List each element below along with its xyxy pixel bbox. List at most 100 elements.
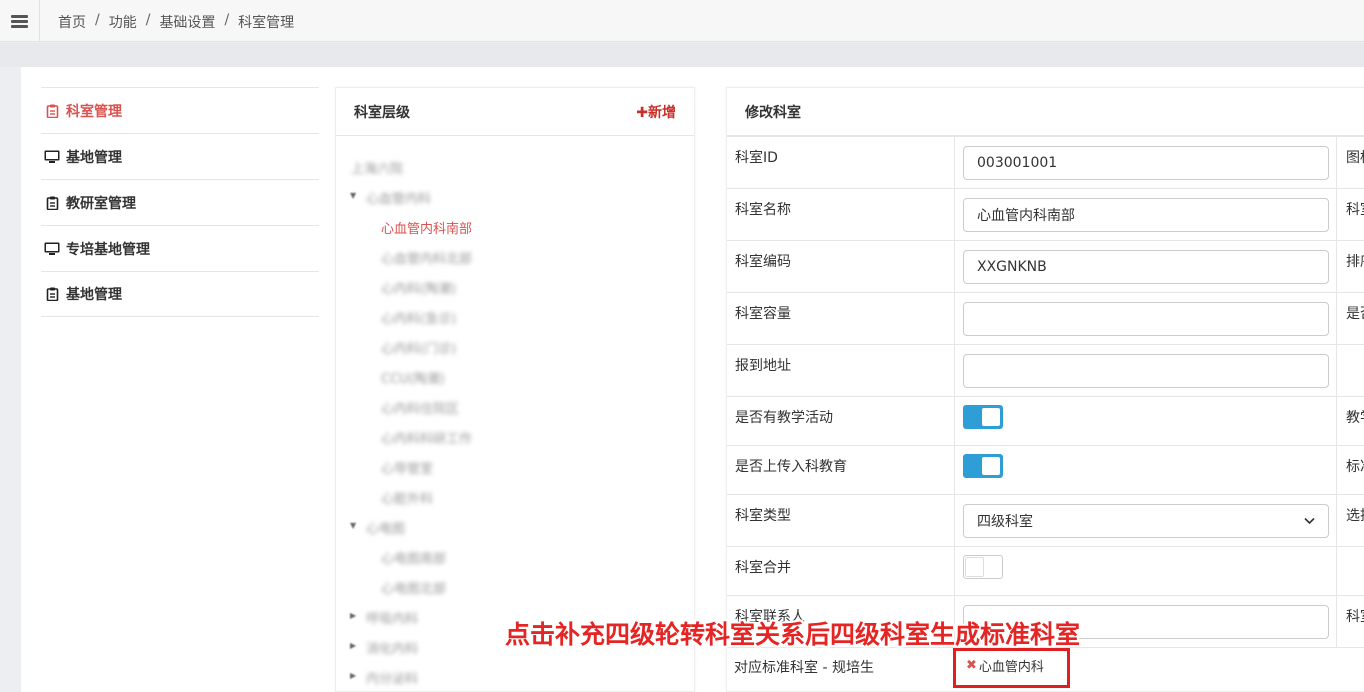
field-label: 科室名称	[735, 202, 791, 218]
field-label: 科室合并	[735, 560, 791, 576]
field-label: 是否	[1346, 306, 1364, 322]
caret-down-icon[interactable]: ▼	[350, 521, 356, 530]
nav-item-label: 科室管理	[66, 103, 122, 120]
nav-item-base-management-2[interactable]: 基地管理	[41, 271, 319, 317]
tree-node[interactable]: 心导管室	[381, 458, 433, 477]
nav-item-label: 教研室管理	[66, 195, 136, 212]
department-id-input[interactable]: 003001001	[963, 146, 1329, 180]
caret-right-icon[interactable]: ▶	[350, 671, 356, 680]
form-row-merge: 科室合并	[727, 546, 1364, 595]
tree-panel-header: 科室层级 ✚新增	[336, 88, 694, 136]
breadcrumb-function[interactable]: 功能	[109, 12, 137, 32]
field-label: 科室容量	[735, 306, 791, 322]
form-panel-header: 修改科室	[727, 88, 1364, 136]
tag-label: 心血管内科	[978, 660, 1044, 675]
tree-node[interactable]: 心内科科研工作	[381, 428, 472, 447]
field-label: 图标	[1346, 150, 1364, 166]
nav-item-base-management[interactable]: 基地管理	[41, 133, 319, 179]
field-label: 是否上传入科教育	[735, 459, 847, 475]
field-label: 报到地址	[735, 358, 791, 374]
nav-item-specialist-base-management[interactable]: 专培基地管理	[41, 225, 319, 271]
tree-node[interactable]: CCU(陶潮)	[381, 368, 445, 387]
department-merge-toggle[interactable]	[963, 555, 1003, 579]
tree-node[interactable]: 心内科住院区	[381, 398, 459, 417]
tree-node-selected[interactable]: 心血管内科南部	[381, 218, 472, 237]
clipboard-icon	[44, 104, 60, 118]
form-row-code: 科室编码 XXGNKNB 排序	[727, 240, 1364, 292]
clipboard-icon	[44, 196, 60, 210]
form-row-teaching: 是否有教学活动 教学	[727, 396, 1364, 445]
annotation-caption: 点击补充四级轮转科室关系后四级科室生成标准科室	[505, 620, 1081, 649]
caret-right-icon[interactable]: ▶	[350, 641, 356, 650]
field-label: 科室	[1346, 609, 1364, 625]
report-address-input[interactable]	[963, 354, 1329, 388]
field-label: 标准	[1346, 459, 1364, 475]
clipboard-icon	[44, 287, 60, 301]
tree-panel-title: 科室层级	[354, 104, 410, 121]
tree-node[interactable]: 心电图南部	[381, 548, 446, 567]
department-name-input[interactable]: 心血管内科南部	[963, 198, 1329, 232]
department-tree-panel: 科室层级 ✚新增 上海六院 ▼ 心血管内科 心血管内科南部 心血管内科北部 心内…	[335, 87, 695, 692]
tree-node[interactable]: 心电图	[366, 518, 405, 537]
form-row-upload: 是否上传入科教育 标准	[727, 445, 1364, 494]
tree-node[interactable]: 心脏外科	[381, 488, 433, 507]
teaching-activity-toggle[interactable]	[963, 405, 1003, 429]
nav-item-label: 基地管理	[66, 287, 122, 303]
field-label: 科室ID	[735, 150, 778, 166]
tree-node[interactable]: 心血管内科北部	[381, 248, 472, 267]
nav-item-label: 专培基地管理	[66, 241, 150, 258]
breadcrumb-separator: /	[95, 12, 100, 28]
form-row-name: 科室名称 心血管内科南部 科室	[727, 188, 1364, 240]
breadcrumb-separator: /	[145, 12, 151, 28]
tree-node[interactable]: 消化内科	[366, 638, 418, 657]
form-panel-title: 修改科室	[745, 104, 801, 121]
breadcrumb-current: 科室管理	[238, 15, 295, 31]
remove-icon[interactable]: ✖	[966, 658, 977, 673]
tree-node[interactable]: 呼吸内科	[366, 608, 418, 627]
tree-node[interactable]: 心血管内科	[366, 188, 431, 207]
breadcrumb: 首页 / 功能 / 基础设置 / 科室管理	[58, 12, 294, 32]
edit-department-panel: 修改科室 科室ID 003001001 图标 科室名称 心血管内科南部 科室 科…	[726, 87, 1364, 692]
tree-node[interactable]: 内分泌科	[366, 668, 418, 687]
form-row-id: 科室ID 003001001 图标	[727, 136, 1364, 188]
form-row-type: 科室类型 四级科室 选择	[727, 494, 1364, 546]
field-label: 是否有教学活动	[735, 410, 833, 426]
chevron-down-icon	[1304, 513, 1315, 529]
select-value: 四级科室	[977, 514, 1033, 530]
caret-down-icon[interactable]: ▼	[350, 191, 356, 200]
field-label: 科室	[1346, 202, 1364, 218]
breadcrumb-home[interactable]: 首页	[58, 12, 86, 32]
breadcrumb-separator: /	[224, 12, 230, 28]
form-row-address: 报到地址	[727, 344, 1364, 396]
top-bar: 首页 / 功能 / 基础设置 / 科室管理	[0, 0, 1364, 42]
nav-item-department-management[interactable]: 科室管理	[41, 87, 319, 133]
field-label: 教学	[1346, 410, 1364, 426]
upload-education-toggle[interactable]	[963, 454, 1003, 478]
field-label: 科室编码	[735, 254, 791, 270]
tree-node[interactable]: 心内科(陶潮)	[381, 278, 456, 297]
caret-right-icon[interactable]: ▶	[350, 611, 356, 620]
tree-node[interactable]: 心内科(急诊)	[381, 308, 456, 327]
monitor-icon	[44, 150, 60, 164]
standard-department-tag[interactable]: ✖ 心血管内科	[966, 656, 1044, 675]
department-type-select[interactable]: 四级科室	[963, 504, 1329, 538]
form-row-capacity: 科室容量 是否	[727, 292, 1364, 344]
tree-node[interactable]: 心电图北部	[381, 578, 446, 597]
tree-node[interactable]: 心内科(门诊)	[381, 338, 456, 357]
tree-node[interactable]: 上海六院	[351, 158, 403, 177]
standard-department-label: 对应标准科室 - 规培生	[734, 660, 874, 676]
nav-item-label: 基地管理	[66, 149, 122, 166]
side-nav: 科室管理 基地管理 教研室管理 专培基地管理 基地管理	[41, 87, 319, 317]
field-label: 科室类型	[735, 508, 791, 524]
field-label: 排序	[1346, 254, 1364, 270]
hamburger-icon	[11, 14, 28, 28]
add-department-button[interactable]: ✚新增	[636, 102, 676, 122]
department-capacity-input[interactable]	[963, 302, 1329, 336]
menu-toggle-button[interactable]	[0, 0, 40, 42]
breadcrumb-basic-settings[interactable]: 基础设置	[159, 12, 215, 32]
department-code-input[interactable]: XXGNKNB	[963, 250, 1329, 284]
content-gap	[0, 43, 1364, 67]
nav-item-teaching-office-management[interactable]: 教研室管理	[41, 179, 319, 225]
monitor-icon	[44, 242, 60, 256]
field-label: 选择	[1346, 508, 1364, 524]
